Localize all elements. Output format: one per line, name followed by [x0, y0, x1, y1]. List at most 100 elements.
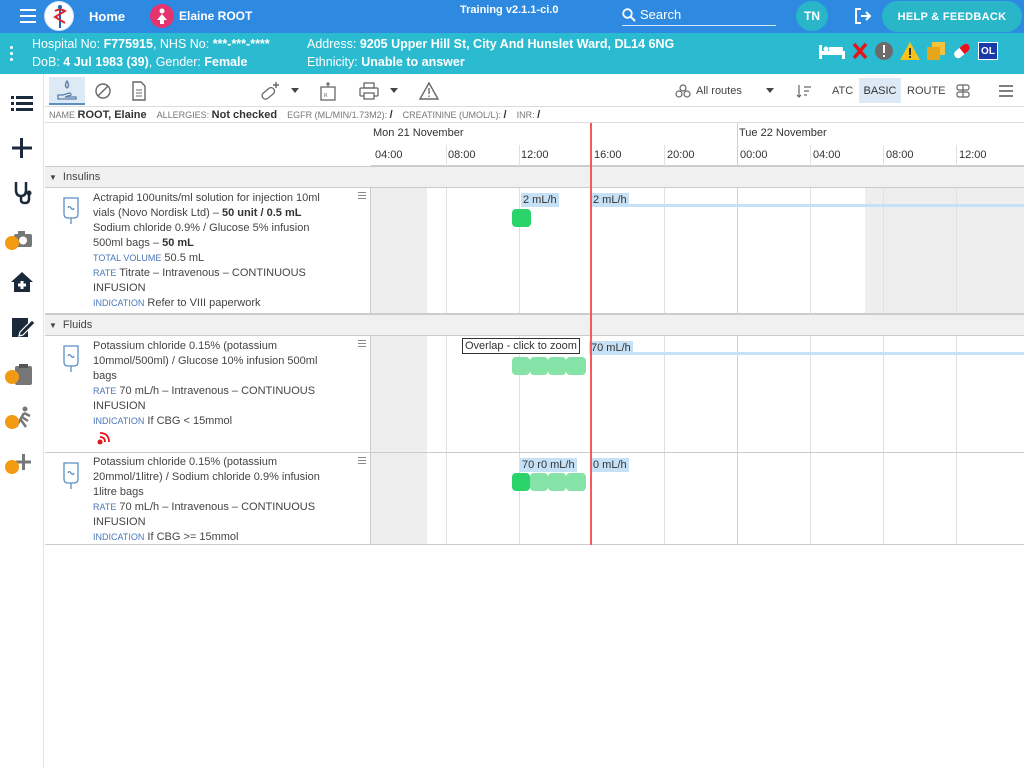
indication-label: INDICATION — [93, 416, 145, 426]
rate-label-chip[interactable]: 2 mL/h — [521, 193, 559, 207]
section-header-fluids[interactable]: ▼ Fluids — [45, 314, 1024, 336]
infusion-view-tab[interactable] — [49, 77, 85, 105]
section-header-insulins[interactable]: ▼ Insulins — [45, 166, 1024, 188]
administration-marker[interactable] — [530, 357, 548, 375]
infusion-bag-icon — [63, 462, 79, 489]
patient-header[interactable]: Elaine ROOT — [150, 3, 252, 29]
administration-marker[interactable] — [566, 473, 586, 491]
lock-icon — [5, 236, 19, 250]
tick-label: 00:00 — [740, 149, 768, 161]
chart-toolbar: R All routes ATC BASIC ROUTE — [45, 74, 1024, 107]
indication-value: If CBG < 15mmol — [147, 415, 233, 427]
lab-results-icon[interactable]: R — [319, 80, 337, 102]
tick-label: 12:00 — [521, 149, 549, 161]
help-feedback-button[interactable]: HELP & FEEDBACK — [882, 1, 1022, 32]
chevron-down-icon[interactable] — [390, 80, 398, 102]
search-field[interactable]: Search — [622, 4, 776, 26]
rate-value-cont: INFUSION — [93, 400, 146, 412]
row-menu-icon[interactable] — [358, 340, 366, 349]
medication-info[interactable]: Potassium chloride 0.15% (potassium 10mm… — [45, 336, 371, 452]
drug-name-cont: vials (Novo Nordisk Ltd) – — [93, 207, 222, 219]
timeline-header: Mon 21 November Tue 22 November 04:00 08… — [371, 123, 1024, 166]
section-title: Fluids — [62, 319, 93, 331]
edit-document-icon[interactable] — [8, 314, 36, 340]
row-menu-icon[interactable] — [358, 192, 366, 201]
basic-button[interactable]: BASIC — [859, 78, 901, 103]
atc-button[interactable]: ATC — [832, 80, 853, 102]
row-menu-icon[interactable] — [358, 457, 366, 466]
address: 9205 Upper Hill St, City And Hunslet War… — [359, 37, 675, 51]
rate-label-chip[interactable]: 70 mL/h — [589, 341, 633, 355]
administration-marker[interactable] — [548, 473, 566, 491]
red-x-icon[interactable] — [851, 42, 869, 60]
female-person-icon — [150, 4, 174, 28]
add-icon[interactable] — [8, 135, 36, 161]
route-button[interactable]: ROUTE — [907, 80, 946, 102]
search-placeholder: Search — [640, 7, 682, 22]
overlap-zoom-label[interactable]: Overlap - click to zoom — [462, 338, 580, 354]
layout-icon[interactable] — [955, 80, 971, 102]
sort-icon[interactable] — [796, 80, 812, 102]
pill-outline-icon[interactable] — [93, 80, 113, 102]
hospital-no-label: Hospital No: — [32, 37, 101, 51]
rate-label-chip[interactable]: 0 mL/h — [591, 458, 629, 472]
rate-value: Titrate – Intravenous – CONTINUOUS — [119, 267, 306, 279]
medication-info[interactable]: Actrapid 100units/ml solution for inject… — [45, 188, 371, 313]
ethnicity-label: Ethnicity: — [307, 55, 358, 69]
name-label: NAME — [49, 109, 76, 120]
more-vert-icon[interactable] — [10, 46, 14, 61]
routes-dropdown[interactable]: All routes — [675, 80, 774, 102]
home-link[interactable]: Home — [89, 9, 125, 24]
diluent-volume: 50 mL — [162, 237, 194, 249]
gender: Female — [204, 55, 248, 69]
administration-marker[interactable] — [530, 473, 548, 491]
patient-name: Elaine ROOT — [179, 9, 253, 23]
svg-text:R: R — [324, 93, 328, 99]
administration-marker[interactable] — [512, 209, 531, 227]
tick-label: 08:00 — [886, 149, 914, 161]
print-icon[interactable] — [359, 80, 379, 102]
rate-bar — [631, 352, 1024, 355]
ol-badge[interactable]: OL — [978, 42, 998, 60]
gender-label: , Gender: — [148, 55, 201, 69]
medication-info[interactable]: Potassium chloride 0.15% (potassium 20mm… — [45, 453, 371, 544]
add-medication-icon[interactable] — [259, 80, 281, 102]
warning-triangle-icon[interactable] — [899, 41, 921, 61]
link-icon[interactable] — [96, 432, 110, 446]
rate-label-chip[interactable]: 2 mL/h — [591, 193, 629, 207]
indication-value: Refer to VIII paperwork — [147, 297, 261, 309]
documents-icon[interactable] — [926, 41, 946, 61]
administration-marker[interactable] — [566, 357, 586, 375]
lock-icon — [5, 370, 19, 384]
collapse-icon: ▼ — [49, 172, 57, 182]
drug-name: Actrapid 100units/ml solution for inject… — [93, 192, 320, 204]
warning-outline-icon[interactable] — [419, 80, 439, 102]
stethoscope-icon[interactable] — [8, 179, 36, 205]
dob-label: DoB: — [32, 55, 60, 69]
administration-marker[interactable] — [548, 357, 566, 375]
chevron-down-icon[interactable] — [291, 80, 299, 102]
administration-marker[interactable] — [512, 473, 530, 491]
collapse-icon: ▼ — [49, 320, 57, 330]
exclamation-circle-icon[interactable] — [874, 41, 894, 61]
route-label: ROUTE — [907, 85, 946, 97]
bed-icon[interactable] — [818, 42, 846, 60]
hamburger-icon[interactable] — [20, 9, 36, 23]
document-icon[interactable] — [131, 80, 147, 102]
home-medical-icon[interactable] — [8, 269, 36, 295]
list-icon[interactable] — [8, 90, 36, 116]
indication-value: If CBG >= 15mmol — [147, 531, 239, 543]
administration-marker[interactable] — [512, 357, 530, 375]
hospital-nhs-line: Hospital No: F775915, NHS No: ***-***-**… — [32, 37, 270, 51]
user-avatar[interactable]: TN — [796, 1, 828, 31]
drug-details: Potassium chloride 0.15% (potassium 20mm… — [93, 455, 343, 545]
logout-icon[interactable] — [854, 7, 874, 30]
egfr-label: EGFR (ML/MIN/1.73M2): — [287, 109, 388, 120]
pill-icon[interactable] — [951, 41, 973, 61]
day-label-tue: Tue 22 November — [739, 127, 827, 139]
rate-label-chip[interactable]: 70 r0 mL/h — [520, 458, 577, 472]
patient-info-bar: NAME ROOT, Elaine ALLERGIES: Not checked… — [45, 107, 1024, 123]
indication-label: INDICATION — [93, 532, 145, 542]
caduceus-logo[interactable] — [44, 1, 74, 31]
menu-icon[interactable] — [998, 80, 1014, 102]
